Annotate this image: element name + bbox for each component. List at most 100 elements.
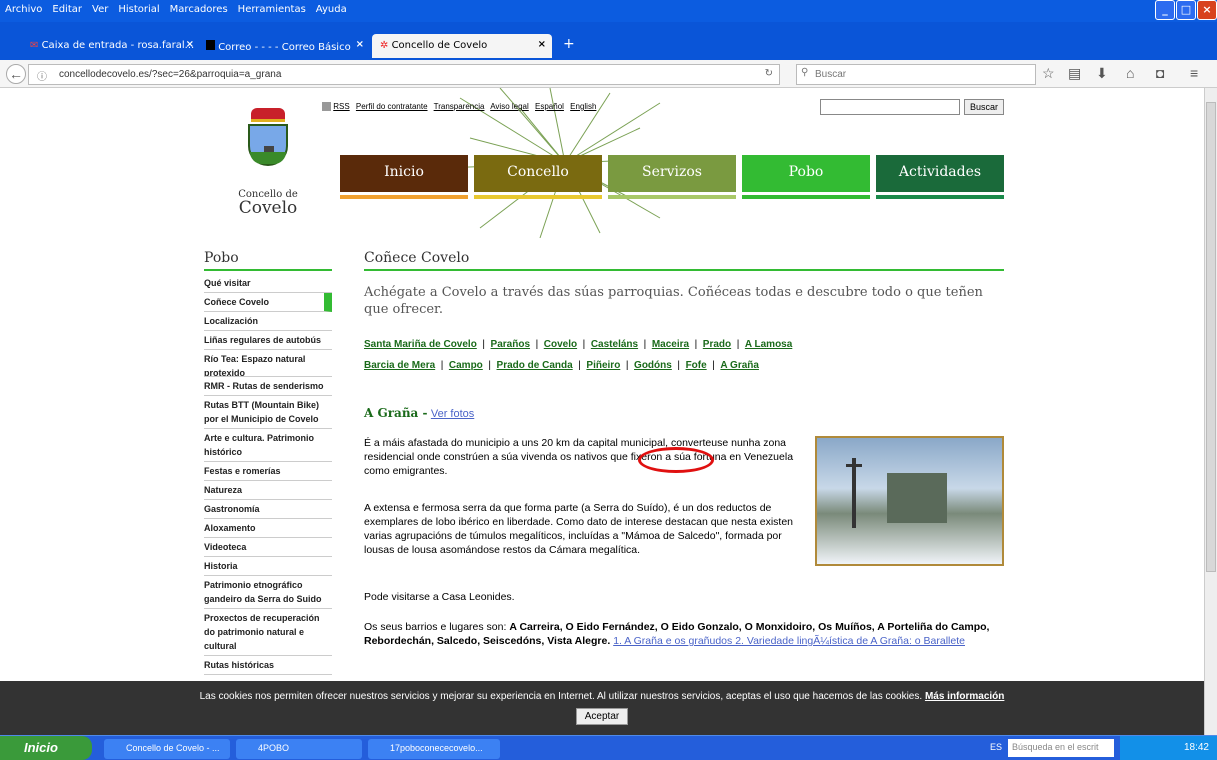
hamburger-menu-icon[interactable]: ≡ xyxy=(1190,65,1198,81)
bookmark-star-icon[interactable]: ☆ xyxy=(1042,65,1055,82)
link-transparencia[interactable]: Transparencia xyxy=(434,102,485,111)
taskbar-item-document[interactable]: 17poboconececovelo... xyxy=(368,739,500,759)
rss-icon xyxy=(322,102,331,112)
search-input[interactable]: ⚲ Buscar xyxy=(796,64,1036,85)
url-text: concellodecovelo.es/?sec=26&parroquia=a_… xyxy=(59,69,282,80)
sidebar-item-proxectos[interactable]: Proxectos de recuperación do patrimonio … xyxy=(204,609,332,656)
tab-close-button[interactable]: × xyxy=(538,39,546,50)
home-icon[interactable]: ⌂ xyxy=(1126,65,1134,81)
sidebar-item-rmr[interactable]: RMR - Rutas de senderismo xyxy=(204,377,332,396)
link-godons[interactable]: Godóns xyxy=(634,360,672,371)
menu-pobo[interactable]: Pobo xyxy=(742,155,870,192)
link-castelans[interactable]: Casteláns xyxy=(591,339,638,350)
menu-servizos-underline xyxy=(608,195,736,199)
close-window-button[interactable]: × xyxy=(1197,0,1217,20)
sidebar-item-rio-tea[interactable]: Río Tea: Espazo natural protexido xyxy=(204,350,332,377)
barrios-intro: Os seus barrios e lugares son: xyxy=(364,621,507,633)
link-campo[interactable]: Campo xyxy=(449,360,483,371)
start-button[interactable]: Inicio xyxy=(0,736,92,760)
taskbar-item-firefox[interactable]: Concello de Covelo - ... xyxy=(104,739,230,759)
sidebar-item-historia[interactable]: Historia xyxy=(204,557,332,576)
menu-historial[interactable]: Historial xyxy=(113,0,164,15)
sidebar-item-gastronomia[interactable]: Gastronomía xyxy=(204,500,332,519)
menu-marcadores[interactable]: Marcadores xyxy=(165,0,233,15)
link-santa-marina[interactable]: Santa Mariña de Covelo xyxy=(364,339,477,350)
taskbar-item-4pobo[interactable]: 4POBO xyxy=(236,739,362,759)
reload-icon[interactable]: ↻ xyxy=(765,68,773,79)
sidebar-item-linas-autobus[interactable]: Liñas regulares de autobús xyxy=(204,331,332,350)
cookie-more-info-link[interactable]: Más información xyxy=(925,691,1004,702)
separator: | xyxy=(578,360,581,371)
new-tab-button[interactable]: + xyxy=(555,34,575,58)
tab-gmail[interactable]: ✉ Caixa de entrada - rosa.faral... × xyxy=(22,34,200,58)
link-covelo[interactable]: Covelo xyxy=(544,339,577,350)
minimize-button[interactable]: _ xyxy=(1155,0,1175,20)
parroquias-row-2: Barcia de Mera | Campo | Prado de Canda … xyxy=(364,360,759,371)
red-circle-annotation xyxy=(638,447,714,473)
menu-archivo[interactable]: Archivo xyxy=(0,0,47,15)
url-bar[interactable]: ⓘ concellodecovelo.es/?sec=26&parroquia=… xyxy=(28,64,780,85)
sidebar-item-rutas-btt[interactable]: Rutas BTT (Mountain Bike) por el Municip… xyxy=(204,396,332,429)
bookmarks-list-icon[interactable]: ▤ xyxy=(1068,65,1081,82)
link-prado-de-canda[interactable]: Prado de Canda xyxy=(497,360,573,371)
link-espanol[interactable]: Español xyxy=(535,102,564,111)
sidebar-item-natureza[interactable]: Natureza xyxy=(204,481,332,500)
paragraph-4: Os seus barrios e lugares son: A Carreir… xyxy=(364,620,1000,648)
sidebar-item-festas[interactable]: Festas e romerías xyxy=(204,462,332,481)
link-pineiro[interactable]: Piñeiro xyxy=(586,360,620,371)
menu-ayuda[interactable]: Ayuda xyxy=(311,0,352,15)
back-button[interactable]: ← xyxy=(6,64,26,84)
section-title: A Graña - xyxy=(364,406,428,420)
sidebar-item-videoteca[interactable]: Videoteca xyxy=(204,538,332,557)
pocket-icon[interactable]: ◘ xyxy=(1156,65,1164,81)
section-heading: A Graña - Ver fotos xyxy=(364,406,474,420)
sidebar-item-conece-covelo[interactable]: Coñece Covelo xyxy=(204,293,332,312)
sidebar-item-localizacion[interactable]: Localización xyxy=(204,312,332,331)
menu-inicio[interactable]: Inicio xyxy=(340,155,468,192)
tab-close-button[interactable]: × xyxy=(186,39,194,50)
link-perfil-contratante[interactable]: Perfil do contratante xyxy=(356,102,428,111)
link-maceira[interactable]: Maceira xyxy=(652,339,689,350)
menu-herramientas[interactable]: Herramientas xyxy=(233,0,311,15)
tab-concello[interactable]: ✲ Concello de Covelo × xyxy=(372,34,552,58)
ver-fotos-link[interactable]: Ver fotos xyxy=(431,408,474,420)
site-search-button[interactable]: Buscar xyxy=(964,99,1004,115)
separator: | xyxy=(582,339,586,350)
link-english[interactable]: English xyxy=(570,102,596,111)
cookie-accept-button[interactable]: Aceptar xyxy=(575,708,629,725)
menu-actividades[interactable]: Actividades xyxy=(876,155,1004,192)
sidebar-item-arte-cultura[interactable]: Arte e cultura. Patrimonio histórico xyxy=(204,429,332,462)
sidebar-item-aloxamento[interactable]: Aloxamento xyxy=(204,519,332,538)
menu-ver[interactable]: Ver xyxy=(87,0,113,15)
site-search-input[interactable] xyxy=(820,99,960,115)
link-aviso-legal[interactable]: Aviso legal xyxy=(490,102,529,111)
scrollbar-thumb[interactable] xyxy=(1206,102,1216,572)
menu-editar[interactable]: Editar xyxy=(47,0,87,15)
download-icon[interactable]: ⬇ xyxy=(1096,65,1108,82)
link-a-lamosa[interactable]: A Lamosa xyxy=(745,339,792,350)
info-icon: ⓘ xyxy=(37,72,47,83)
sidebar-item-que-visitar[interactable]: Qué visitar xyxy=(204,274,332,293)
link-prado[interactable]: Prado xyxy=(703,339,731,350)
link-rss[interactable]: RSS xyxy=(333,102,349,111)
vertical-scrollbar[interactable] xyxy=(1204,88,1217,735)
paragraph-2: A extensa e fermosa serra da que forma p… xyxy=(364,502,794,556)
menu-servizos[interactable]: Servizos xyxy=(608,155,736,192)
related-links[interactable]: 1. A Graña e os grañudos 2. Variedade li… xyxy=(613,635,965,647)
church-photo[interactable] xyxy=(815,436,1004,566)
sidebar-item-rutas-historicas[interactable]: Rutas históricas xyxy=(204,656,332,675)
link-paranos[interactable]: Paraños xyxy=(491,339,530,350)
link-a-grana[interactable]: A Graña xyxy=(720,360,759,371)
link-fofe[interactable]: Fofe xyxy=(686,360,707,371)
link-barcia-de-mera[interactable]: Barcia de Mera xyxy=(364,360,435,371)
menu-concello[interactable]: Concello xyxy=(474,155,602,192)
language-indicator[interactable]: ES xyxy=(990,742,1002,752)
sidebar-item-patrimonio-etnografico[interactable]: Patrimonio etnográfico gandeiro da Serra… xyxy=(204,576,332,609)
desktop-search-input[interactable]: Búsqueda en el escrit xyxy=(1008,739,1114,757)
separator: | xyxy=(625,360,629,371)
separator: | xyxy=(677,360,680,371)
maximize-button[interactable]: □ xyxy=(1176,0,1196,20)
tab-close-button[interactable]: × xyxy=(356,39,364,50)
tab-correo[interactable]: Correo - - - - Correo Básico × xyxy=(198,34,370,58)
sidebar: Qué visitar Coñece Covelo Localización L… xyxy=(204,274,332,675)
